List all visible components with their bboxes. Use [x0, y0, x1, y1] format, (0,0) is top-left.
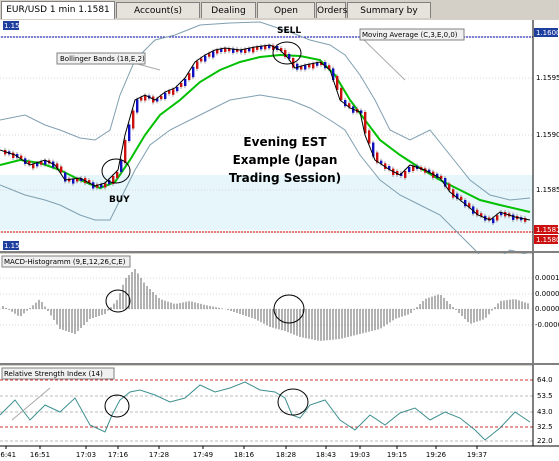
buy-label: BUY — [109, 195, 130, 205]
chart-canvas[interactable]: BUY SELL Evening EST Example (Japan Trad… — [0, 20, 559, 461]
candle-down — [312, 63, 315, 69]
annotation-block: Evening EST Example (Japan Trading Sessi… — [229, 135, 341, 185]
annotation-line-2: Example (Japan — [233, 153, 338, 167]
sell-label: SELL — [277, 26, 301, 36]
time-tick-label: 17:03 — [76, 451, 96, 459]
candle-up — [120, 160, 123, 172]
candle-down — [340, 88, 343, 100]
candle-down — [40, 161, 43, 165]
candle-down — [12, 152, 15, 158]
ask-price-text: 1.1580 — [536, 236, 559, 244]
candle-down — [460, 196, 463, 200]
candle-down — [404, 171, 407, 178]
candle-up — [184, 79, 187, 86]
candle-down — [140, 97, 143, 101]
candle-up — [212, 51, 215, 58]
candle-down — [224, 48, 227, 52]
left-top-price-text: 1.1594 — [4, 22, 29, 30]
candle-down — [144, 95, 147, 101]
candle-down — [208, 53, 211, 57]
candle-down — [60, 166, 63, 173]
macd-tick-label: 0.00010 — [535, 274, 559, 282]
candle-down — [264, 45, 267, 50]
time-tick-label: 17:28 — [149, 451, 169, 459]
candle-down — [132, 110, 135, 129]
rsi-tick-label: 32.5 — [537, 423, 553, 431]
tab-chart-eurusd[interactable]: EUR/USD 1 min 1.1581 19:53:00 — [1, 1, 115, 31]
macd-tick-label: -0.00005 — [535, 321, 559, 329]
candle-down — [172, 89, 175, 95]
candle-up — [192, 66, 195, 78]
candle-up — [176, 87, 179, 92]
tab-dealing-rates[interactable]: Dealing Rates — [201, 2, 256, 32]
rsi-tick-label: 53.5 — [537, 392, 553, 400]
candle-up — [248, 48, 251, 52]
candle-down — [180, 83, 183, 87]
right-top-price-text: 1.1600 — [536, 29, 559, 37]
candle-up — [492, 218, 495, 224]
candle-up — [164, 92, 167, 99]
time-tick-label: 18:16 — [234, 451, 255, 459]
rsi-label: Relative Strength Index (14) — [4, 370, 103, 378]
candle-down — [216, 49, 219, 54]
time-tick-label: 19:03 — [350, 451, 370, 459]
candle-up — [220, 49, 223, 52]
tab-account-information[interactable]: Account(s) Information — [116, 2, 200, 32]
candle-down — [368, 130, 371, 144]
tab-bar: EUR/USD 1 min 1.1581 19:53:00 Account(s)… — [0, 0, 559, 32]
macd-label: MACD-Histogramm (9,E,12,26,C,E) — [4, 258, 126, 266]
rsi-tick-label: 22.0 — [537, 437, 553, 445]
candle-down — [200, 58, 203, 62]
candle-down — [168, 90, 171, 94]
candle-down — [116, 172, 119, 178]
tab-open-positions[interactable]: Open Positions — [257, 2, 315, 32]
rsi-tick-label: 64.0 — [537, 376, 553, 384]
candle-down — [124, 140, 127, 163]
candle-up — [316, 62, 319, 66]
time-tick-label: 18:28 — [276, 451, 296, 459]
candle-down — [104, 183, 107, 188]
price-tick-label: 1.1585 — [536, 186, 559, 194]
chart-window: EUR/USD 1 min 1.1581 19:53:00 Account(s)… — [0, 0, 559, 461]
time-tick-label: 19:15 — [387, 451, 407, 459]
time-tick-label: 17:16 — [108, 451, 129, 459]
candle-up — [136, 99, 139, 113]
time-tick-label: 18:43 — [316, 451, 336, 459]
macd-tick-label: 0.00000 — [535, 305, 559, 313]
candle-up — [304, 65, 307, 70]
time-tick-label: 19:26 — [426, 451, 447, 459]
moving-average-label: Moving Average (C,3,E,0,0) — [362, 31, 458, 39]
left-bottom-price-text: 1.1583 — [4, 242, 29, 250]
candle-up — [36, 163, 39, 167]
candle-up — [100, 184, 103, 188]
candle-down — [244, 49, 247, 53]
tab-summary-by-accounts[interactable]: Summary by Accounts — [347, 2, 431, 32]
rsi-tick-label: 43.0 — [537, 408, 553, 416]
candle-down — [160, 96, 163, 100]
bid-price-text: 1.1581 — [536, 226, 559, 234]
candle-up — [408, 167, 411, 172]
candle-up — [72, 179, 75, 184]
time-tick-label: 16:51 — [30, 451, 50, 459]
candle-down — [308, 64, 311, 68]
candle-down — [300, 66, 303, 70]
annotation-line-3: Trading Session) — [229, 171, 341, 185]
candle-up — [128, 124, 131, 141]
price-tick-label: 1.1590 — [536, 131, 559, 139]
candle-down — [196, 61, 199, 69]
time-tick-label: 17:49 — [193, 451, 213, 459]
price-tick-label: 1.1595 — [536, 74, 559, 82]
macd-tick-label: 0.00005 — [535, 290, 559, 298]
candle-down — [188, 73, 191, 80]
annotation-line-1: Evening EST — [243, 135, 327, 149]
tab-orders[interactable]: Orders — [316, 2, 347, 18]
candle-down — [252, 47, 255, 53]
candle-down — [496, 215, 499, 221]
time-tick-label: 16:41 — [0, 451, 16, 459]
time-tick-label: 19:37 — [467, 451, 487, 459]
candle-up — [512, 214, 515, 220]
bollinger-bands-label: Bollinger Bands (18,E,2) — [60, 55, 145, 63]
candle-up — [204, 55, 207, 62]
